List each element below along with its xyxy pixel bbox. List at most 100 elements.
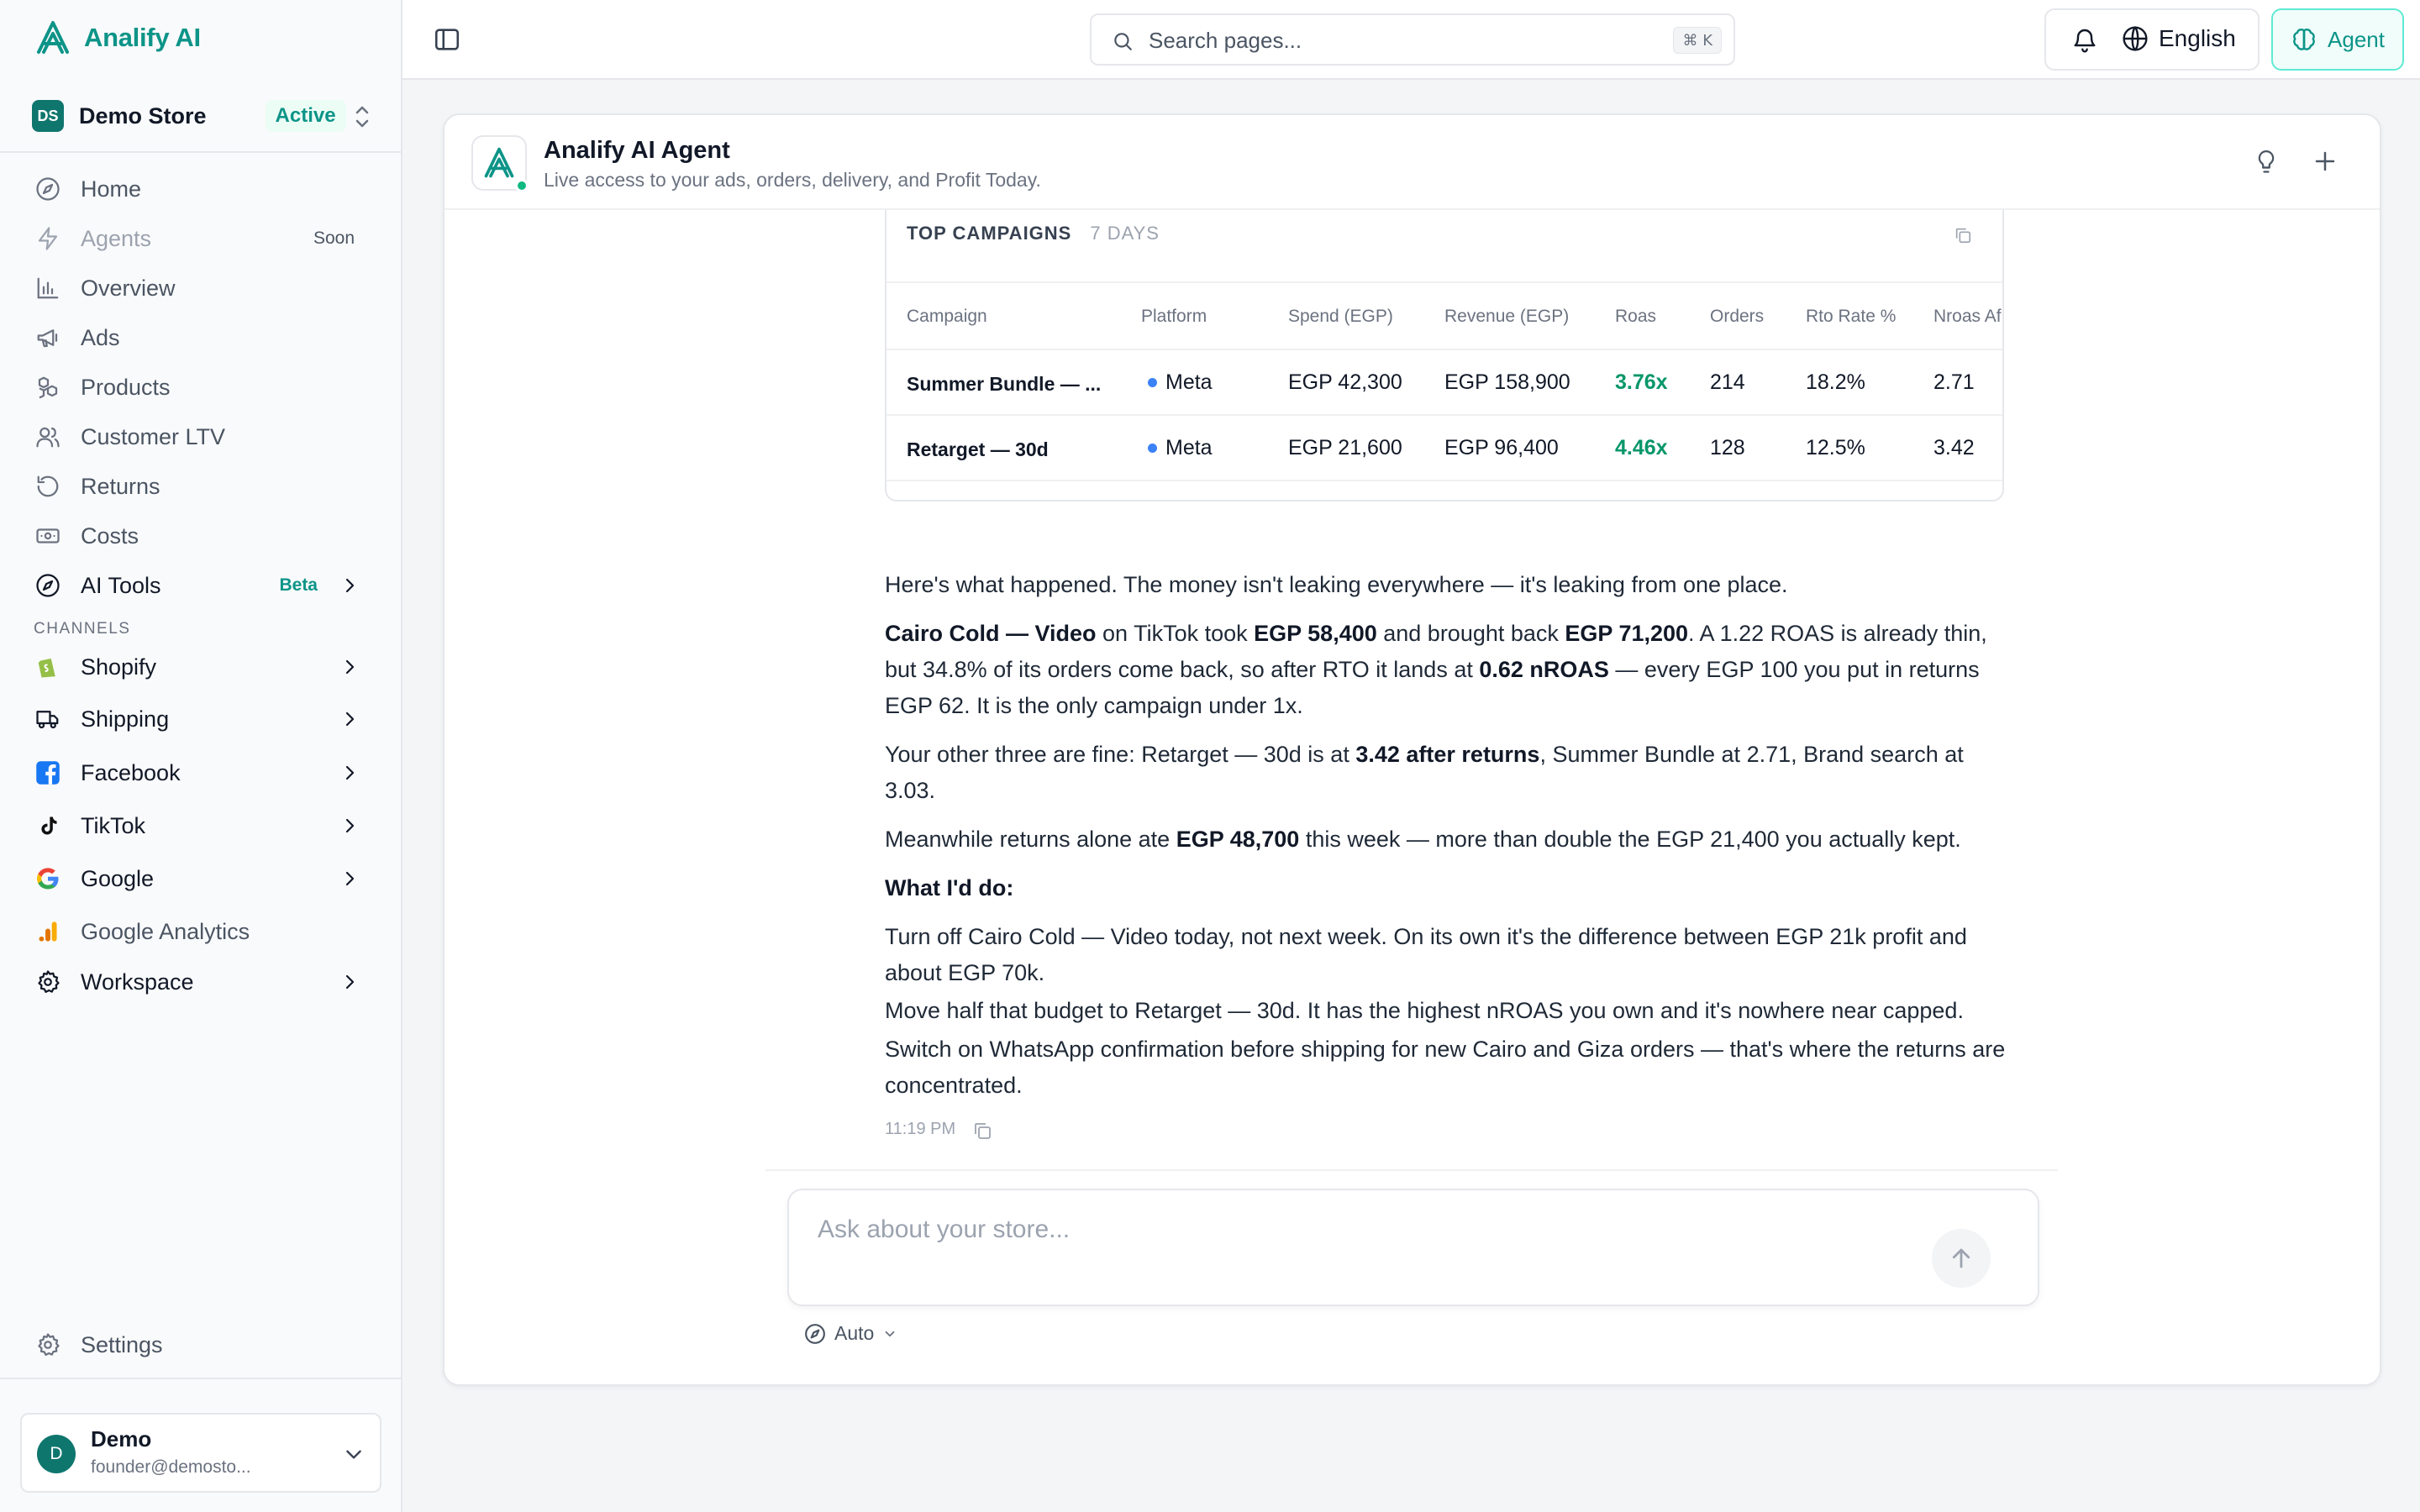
arrow-up-icon [1949,1246,1974,1271]
sidebar-item-shopify[interactable]: Shopify [34,647,370,687]
brand-logo[interactable]: Analify AI [34,18,201,57]
bar-chart-icon [34,274,62,302]
search-bar[interactable]: Search pages... ⌘ K [1090,13,1735,66]
message-text: Your other three are fine: Retarget — 30… [885,742,1356,767]
message-text: on TikTok took [1096,621,1255,646]
bold-text: What I'd do: [885,875,1014,900]
rto-cell: 18.2% [1806,370,1865,394]
sidebar-item-workspace[interactable]: Workspace [34,962,370,1002]
store-name: Demo Store [79,102,207,129]
message-text: and brought back [1376,621,1565,646]
sidebar-item-label: Returns [81,473,160,499]
sidebar-item-label: AI Tools [81,572,161,598]
sidebar-item-label: Ads [81,324,120,350]
lightning-icon [34,224,62,253]
language-selector[interactable]: English [2122,25,2236,52]
chevron-right-icon [339,575,360,596]
search-icon [1112,30,1134,52]
mode-selector[interactable]: Auto [804,1322,897,1345]
spend-cell: EGP 21,600 [1288,436,1402,459]
platform-dot [1148,444,1157,453]
table-title: TOP CAMPAIGNS 7 DAYS [907,223,1160,244]
chevron-down-icon [882,1326,897,1341]
chat-composer [787,1189,2039,1306]
new-chat-plus-icon[interactable] [2312,149,2338,174]
sidebar-item-home[interactable]: Home [34,169,370,209]
lightbulb-icon[interactable] [2254,149,2279,174]
sidebar-item-agents[interactable]: Agents Soon [34,218,370,259]
bold-text: 3.42 after returns [1355,742,1540,767]
column-header[interactable]: Orders [1710,307,1764,327]
nroas-cell: 2.71 [1933,370,1975,394]
chat-input[interactable] [818,1215,1910,1244]
chevron-right-icon [339,709,360,729]
table-row[interactable]: Summer Bundle — ... Meta EGP 42,300 EGP 158… [886,350,2002,416]
sidebar-item-label: Costs [81,522,139,549]
google-analytics-icon [34,917,62,946]
table-title-text: TOP CAMPAIGNS [907,223,1072,244]
table-row[interactable]: Retarget — 30d Meta EGP 21,600 EGP 96,400 4.… [886,416,2002,481]
action-item: Move half that budget to Retarget — 30d.… [885,998,1964,1023]
tiktok-icon [34,811,62,840]
sidebar-item-settings[interactable]: Settings [34,1325,370,1365]
table-subtitle: 7 DAYS [1090,223,1160,244]
sidebar-item-google-analytics[interactable]: Google Analytics [34,911,370,952]
sidebar-item-label: Shopify [81,654,157,680]
campaign-cell: Summer Bundle — ... [907,373,1102,395]
message-paragraph: Meanwhile returns alone ate EGP 48,700 t… [885,822,2011,858]
sidebar-item-label: Overview [81,275,176,301]
agent-button[interactable]: Agent [2271,8,2404,71]
platform-cell: Meta [1148,436,1213,460]
column-header[interactable]: Roas [1615,307,1656,327]
shopify-icon [34,653,62,681]
column-header[interactable]: Nroas Af [1933,307,2002,327]
store-switcher[interactable]: DS Demo Store Active [32,96,371,136]
send-button[interactable] [1932,1229,1991,1288]
sidebar-item-ads[interactable]: Ads [34,318,370,358]
table-row[interactable]: Cairo Cold — VideoTikTokEGP 58,400EGP 71… [886,481,2002,500]
campaign-cell: Retarget — 30d [907,438,1049,460]
column-header[interactable]: Rto Rate % [1806,307,1896,327]
store-status-badge: Active [265,100,346,132]
chevron-right-icon [339,816,360,836]
column-header[interactable]: Revenue (EGP) [1444,307,1569,327]
brain-icon [2291,26,2317,53]
sidebar-item-google[interactable]: Google [34,858,370,899]
action-item: Turn off Cairo Cold — Video today, not n… [885,924,1967,985]
sidebar-item-overview[interactable]: Overview [34,268,370,308]
undo-icon [34,472,62,501]
agent-chat-panel: TOP CAMPAIGNS 7 DAYS Campaign Platform Sp… [443,113,2381,1386]
copy-icon[interactable] [972,1121,992,1141]
compass-icon [34,571,62,600]
sidebar-toggle-icon[interactable] [433,25,461,54]
message-timestamp: 11:19 PM [885,1120,956,1138]
agent-header: Analify AI Agent Live access to your ads… [445,115,2380,210]
analify-logo-icon [34,18,72,57]
message-paragraph: Cairo Cold — Video on TikTok took EGP 58… [885,616,2011,724]
copy-icon[interactable] [1954,226,1972,244]
sidebar-item-returns[interactable]: Returns [34,466,370,507]
platform-dot [1148,378,1157,387]
sidebar-item-shipping[interactable]: Shipping [34,699,370,739]
message-text: this week — more than double the EGP 21,… [1299,827,1961,852]
banknote-icon [34,522,62,550]
column-header[interactable]: Campaign [907,307,987,327]
sidebar-item-customer-ltv[interactable]: Customer LTV [34,417,370,457]
roas-cell: 4.46x [1615,436,1668,459]
column-header[interactable]: Spend (EGP) [1288,307,1393,327]
sidebar-item-products[interactable]: Products [34,367,370,407]
user-menu[interactable]: D Demo founder@demosto... [20,1413,381,1493]
language-label: English [2159,25,2236,51]
top-actions: English [2044,8,2260,71]
sidebar-item-tiktok[interactable]: TikTok [34,806,370,846]
chevron-right-icon [339,972,360,992]
sidebar-item-costs[interactable]: Costs [34,516,370,556]
channels-section-label: CHANNELS [34,620,131,638]
column-header[interactable]: Platform [1141,307,1207,327]
bell-icon[interactable] [2071,27,2098,54]
sidebar-item-ai-tools[interactable]: AI Tools Beta [34,565,370,606]
sidebar-item-facebook[interactable]: Facebook [34,753,370,793]
sidebar-item-label: Shipping [81,706,170,732]
avatar: D [37,1435,76,1473]
chevron-down-icon [343,1443,365,1465]
